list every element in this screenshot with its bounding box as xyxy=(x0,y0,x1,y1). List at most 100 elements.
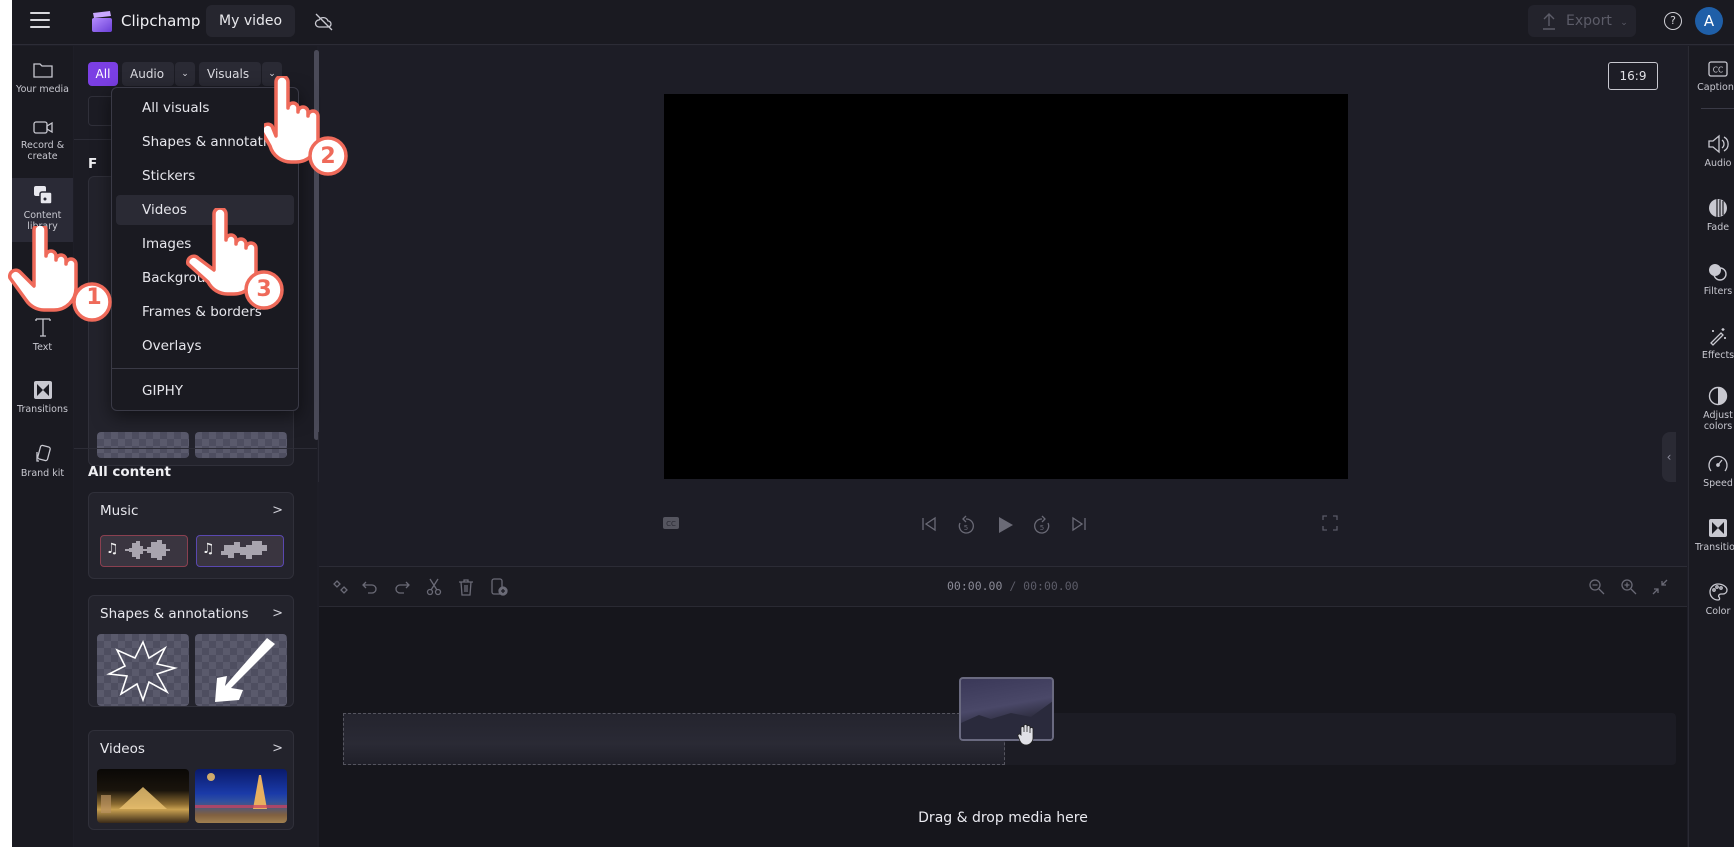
help-icon[interactable]: ? xyxy=(1664,12,1682,30)
export-label: Export xyxy=(1566,13,1612,29)
properties-item-transition[interactable]: Transition xyxy=(1689,518,1734,553)
sidebar-item-label: Brand kit xyxy=(20,468,65,479)
properties-item-adjust-colors[interactable]: Adjust colors xyxy=(1689,386,1734,432)
properties-item-label: Transition xyxy=(1695,542,1734,553)
filter-all-button[interactable]: All xyxy=(88,62,118,86)
drag-drop-message: Drag & drop media here xyxy=(918,810,1088,826)
music-note-icon: ♫ xyxy=(106,541,119,557)
chevron-right-icon[interactable]: > xyxy=(272,503,283,518)
sidebar-item-your-media[interactable]: Your media xyxy=(12,60,73,110)
featured-thumbnail[interactable] xyxy=(97,432,189,458)
properties-item-label: Filters xyxy=(1703,286,1733,297)
featured-thumbnail[interactable] xyxy=(195,432,287,458)
cloud-off-icon[interactable] xyxy=(314,12,334,32)
step-number-badge: 1 xyxy=(86,285,102,310)
scissors-icon[interactable] xyxy=(424,577,444,597)
filter-audio-button[interactable]: Audio xyxy=(122,62,174,86)
sidebar-item-transitions[interactable]: Transitions xyxy=(12,380,73,430)
fit-to-screen-icon[interactable] xyxy=(1650,577,1670,597)
properties-item-label: Effects xyxy=(1701,350,1734,361)
properties-item-filters[interactable]: Filters xyxy=(1689,262,1734,297)
expand-properties-button[interactable]: ‹ xyxy=(1662,432,1676,482)
time-separator: / xyxy=(1002,579,1024,593)
properties-item-label: Adjust colors xyxy=(1703,410,1733,432)
music-card[interactable]: Music > ♫ ♫ xyxy=(88,492,294,579)
burst-shape-thumbnail[interactable] xyxy=(97,634,189,706)
redo-icon[interactable] xyxy=(392,577,412,597)
forward-5-seconds-icon[interactable]: 5 xyxy=(1033,515,1051,539)
adjust-colors-icon xyxy=(1708,386,1728,406)
menu-divider xyxy=(112,368,298,369)
properties-item-speed[interactable]: Speed xyxy=(1689,454,1734,489)
svg-text:5: 5 xyxy=(1040,524,1044,532)
camera-icon xyxy=(32,121,53,134)
palette-icon xyxy=(1709,583,1728,601)
filter-visuals-button[interactable]: Visuals xyxy=(199,62,261,86)
menu-item-giphy[interactable]: GIPHY xyxy=(116,376,294,406)
sidebar-item-record-create[interactable]: Record & create xyxy=(12,118,73,178)
chevron-right-icon[interactable]: > xyxy=(272,741,283,756)
current-time: 00:00.00 xyxy=(947,579,1003,593)
sidebar-item-brand-kit[interactable]: Brand kit xyxy=(12,444,73,494)
properties-item-audio[interactable]: Audio xyxy=(1689,134,1734,169)
undo-icon[interactable] xyxy=(360,577,380,597)
dragged-video-clip[interactable] xyxy=(959,677,1054,741)
waveform-icon xyxy=(125,540,170,560)
shapes-annotations-card[interactable]: Shapes & annotations > xyxy=(88,595,294,707)
divider xyxy=(74,448,317,449)
menu-icon[interactable] xyxy=(30,12,50,30)
zoom-in-icon[interactable] xyxy=(1619,577,1639,597)
speedometer-icon xyxy=(1708,455,1728,472)
transition-icon xyxy=(1709,519,1727,537)
properties-item-label: Fade xyxy=(1706,222,1730,233)
magic-tools-icon[interactable] xyxy=(331,577,351,597)
properties-item-label: Audio xyxy=(1704,158,1732,169)
sidebar-item-label: Text xyxy=(32,342,53,353)
timeline-toolbar: 00:00.00 / 00:00.00 xyxy=(319,567,1687,607)
speaker-icon xyxy=(1708,134,1729,154)
filters-icon xyxy=(1709,264,1727,281)
svg-text:5: 5 xyxy=(964,524,968,532)
total-time: 00:00.00 xyxy=(1023,579,1079,593)
eiffel-video-thumbnail[interactable] xyxy=(195,769,287,823)
add-to-timeline-icon[interactable] xyxy=(489,577,509,597)
svg-text:CC: CC xyxy=(666,520,676,528)
skip-to-start-icon[interactable] xyxy=(920,515,938,537)
avatar[interactable]: A xyxy=(1695,7,1723,35)
timeline: 00:00.00 / 00:00.00 Drag & drop media he… xyxy=(319,566,1687,847)
zoom-out-icon[interactable] xyxy=(1587,577,1607,597)
properties-item-label: Speed xyxy=(1703,478,1733,489)
properties-item-fade[interactable]: Fade xyxy=(1689,198,1734,233)
properties-item-effects[interactable]: Effects xyxy=(1689,326,1734,361)
arrow-shape-thumbnail[interactable] xyxy=(195,634,287,706)
music-thumbnail[interactable]: ♫ xyxy=(196,535,284,567)
project-title-button[interactable]: My video xyxy=(206,5,296,37)
folder-icon xyxy=(32,63,53,78)
menu-item-overlays[interactable]: Overlays xyxy=(116,331,294,361)
louvre-video-thumbnail[interactable] xyxy=(97,769,189,823)
play-icon[interactable] xyxy=(995,515,1015,539)
captions-toggle-icon[interactable]: CC xyxy=(662,515,680,534)
captions-icon: CC xyxy=(1708,61,1728,77)
skip-to-end-icon[interactable] xyxy=(1070,515,1088,537)
brand-name: Clipchamp xyxy=(121,12,201,30)
videos-card[interactable]: Videos > xyxy=(88,730,294,830)
fullscreen-icon[interactable] xyxy=(1322,515,1338,535)
rewind-5-seconds-icon[interactable]: 5 xyxy=(957,515,975,539)
card-title: Music xyxy=(100,503,139,519)
properties-item-label: Captions xyxy=(1697,82,1734,93)
transitions-icon xyxy=(33,381,52,399)
aspect-ratio-button[interactable]: 16:9 xyxy=(1608,62,1658,90)
all-content-title: All content xyxy=(88,464,171,480)
chevron-right-icon[interactable]: > xyxy=(272,606,283,621)
audio-dropdown-chevron-icon[interactable]: ⌄ xyxy=(175,62,195,86)
pyramid-image xyxy=(101,787,167,813)
music-thumbnail[interactable]: ♫ xyxy=(100,535,188,567)
properties-item-color[interactable]: Color xyxy=(1689,582,1734,617)
properties-item-captions[interactable]: CC Captions xyxy=(1689,60,1734,93)
sidebar-item-label: Record & create xyxy=(20,140,65,162)
fade-icon xyxy=(1709,199,1727,217)
export-button[interactable]: Export ⌄ xyxy=(1528,5,1636,37)
delete-icon[interactable] xyxy=(456,577,476,597)
brand-kit-icon xyxy=(35,444,51,462)
